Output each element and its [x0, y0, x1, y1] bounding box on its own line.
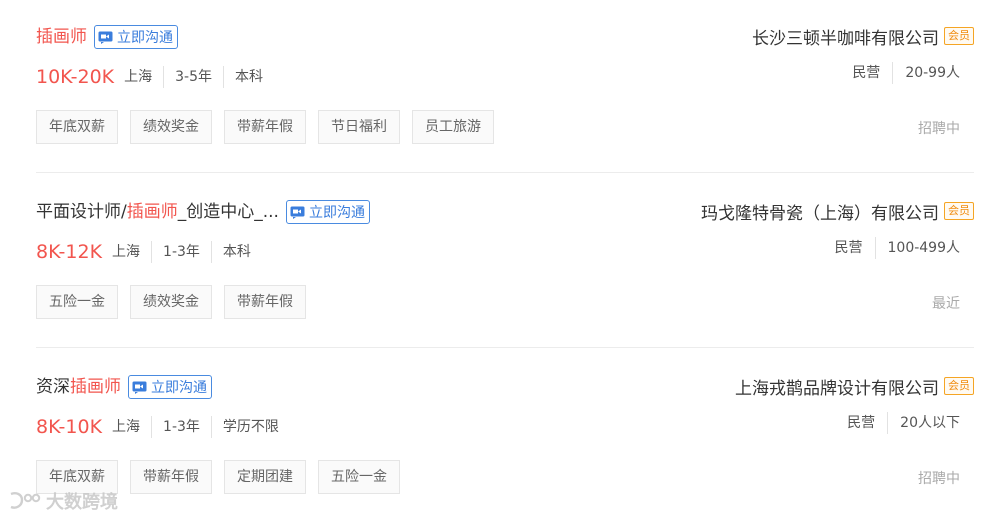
company-info: 民营 100-499人: [823, 237, 960, 259]
salary: 8K-10K: [36, 416, 103, 438]
salary: 8K-12K: [36, 241, 103, 263]
company-row: 玛戈隆特骨瓷（上海）有限公司 会员: [701, 199, 974, 224]
company-type: 民营: [834, 240, 863, 256]
job-requirements: 上海 3-5年 本科: [124, 66, 274, 88]
job-city: 上海: [112, 244, 141, 260]
job-experience: 3-5年: [163, 66, 223, 88]
job-experience: 1-3年: [151, 416, 211, 438]
job-title-row: 平面设计师/插画师_创造中心_... 立即沟通: [36, 200, 370, 224]
vip-badge: 会员: [944, 377, 974, 395]
job-card[interactable]: 插画师 立即沟通 10K-20K 上海 3-5年 本科 年底双薪 绩效奖金 带薪…: [0, 0, 984, 175]
benefit-tags: 年底双薪 绩效奖金 带薪年假 节日福利 员工旅游: [36, 110, 506, 144]
vip-badge: 会员: [944, 27, 974, 45]
vip-badge: 会员: [944, 202, 974, 220]
company-size: 100-499人: [874, 237, 960, 259]
job-status: 招聘中: [918, 471, 960, 487]
divider: [36, 172, 974, 173]
job-title-keyword: 插画师: [126, 202, 178, 222]
job-requirements: 上海 1-3年 本科: [112, 241, 262, 263]
benefit-tag: 绩效奖金: [130, 285, 212, 319]
salary-row: 8K-10K 上海 1-3年 学历不限: [36, 416, 290, 438]
video-chat-icon: [290, 206, 305, 219]
benefit-tag: 带薪年假: [130, 460, 212, 494]
job-title-link[interactable]: 插画师: [36, 25, 87, 49]
company-size: 20-99人: [892, 62, 960, 84]
benefit-tag: 节日福利: [318, 110, 400, 144]
salary-row: 10K-20K 上海 3-5年 本科: [36, 66, 274, 88]
job-city: 上海: [124, 69, 153, 85]
benefit-tag: 带薪年假: [224, 285, 306, 319]
divider: [36, 347, 974, 348]
watermark: 大数跨境: [8, 488, 118, 514]
chat-now-label: 立即沟通: [308, 205, 365, 221]
job-experience: 1-3年: [151, 241, 211, 263]
job-status: 招聘中: [918, 121, 960, 137]
job-title-prefix: 资深: [36, 377, 70, 397]
job-status: 最近: [932, 296, 960, 312]
job-title-link[interactable]: 平面设计师/插画师_创造中心_...: [36, 200, 279, 224]
job-requirements: 上海 1-3年 学历不限: [112, 416, 290, 438]
job-city: 上海: [112, 419, 141, 435]
chat-now-button[interactable]: 立即沟通: [285, 200, 370, 224]
company-type: 民营: [847, 415, 876, 431]
salary: 10K-20K: [36, 66, 115, 88]
chat-now-label: 立即沟通: [151, 380, 207, 396]
video-chat-icon: [132, 381, 147, 394]
company-row: 上海戎鹊品牌设计有限公司 会员: [735, 374, 974, 399]
benefit-tag: 五险一金: [318, 460, 400, 494]
company-size: 20人以下: [887, 412, 960, 434]
company-row: 长沙三顿半咖啡有限公司 会员: [752, 24, 974, 49]
job-title-keyword: 插画师: [70, 377, 121, 397]
company-info: 民营 20人以下: [835, 412, 960, 434]
job-education: 本科: [210, 241, 262, 263]
job-title-link[interactable]: 资深插画师: [36, 375, 121, 399]
job-card[interactable]: 平面设计师/插画师_创造中心_... 立即沟通 8K-12K 上海 1-3年 本…: [0, 175, 984, 350]
job-education: 学历不限: [210, 416, 290, 438]
benefit-tags: 五险一金 绩效奖金 带薪年假: [36, 285, 318, 319]
job-list: 插画师 立即沟通 10K-20K 上海 3-5年 本科 年底双薪 绩效奖金 带薪…: [0, 0, 984, 522]
job-title-prefix: 平面设计师/: [36, 202, 127, 222]
logo-icon: [10, 492, 41, 509]
company-info: 民营 20-99人: [840, 62, 960, 84]
chat-now-button[interactable]: 立即沟通: [94, 25, 178, 49]
watermark-text: 大数跨境: [46, 492, 118, 513]
benefit-tag: 五险一金: [36, 285, 118, 319]
salary-row: 8K-12K 上海 1-3年 本科: [36, 241, 262, 263]
benefit-tag: 年底双薪: [36, 110, 118, 144]
company-type: 民营: [852, 65, 881, 81]
benefit-tag: 员工旅游: [412, 110, 494, 144]
company-name-link[interactable]: 长沙三顿半咖啡有限公司: [752, 24, 939, 49]
company-name-link[interactable]: 玛戈隆特骨瓷（上海）有限公司: [701, 199, 939, 224]
company-name-link[interactable]: 上海戎鹊品牌设计有限公司: [735, 374, 939, 399]
job-card[interactable]: 资深插画师 立即沟通 8K-10K 上海 1-3年 学历不限 年底双薪 带薪年假…: [0, 350, 984, 522]
job-title-keyword: 插画师: [36, 27, 87, 47]
job-title-row: 资深插画师 立即沟通: [36, 375, 212, 399]
chat-now-label: 立即沟通: [117, 30, 173, 46]
job-title-row: 插画师 立即沟通: [36, 25, 178, 49]
chat-now-button[interactable]: 立即沟通: [128, 375, 212, 399]
benefit-tag: 绩效奖金: [130, 110, 212, 144]
job-education: 本科: [223, 66, 274, 88]
benefit-tag: 带薪年假: [224, 110, 306, 144]
job-title-suffix: _创造中心_...: [177, 202, 279, 222]
video-chat-icon: [98, 31, 113, 44]
benefit-tag: 定期团建: [224, 460, 306, 494]
